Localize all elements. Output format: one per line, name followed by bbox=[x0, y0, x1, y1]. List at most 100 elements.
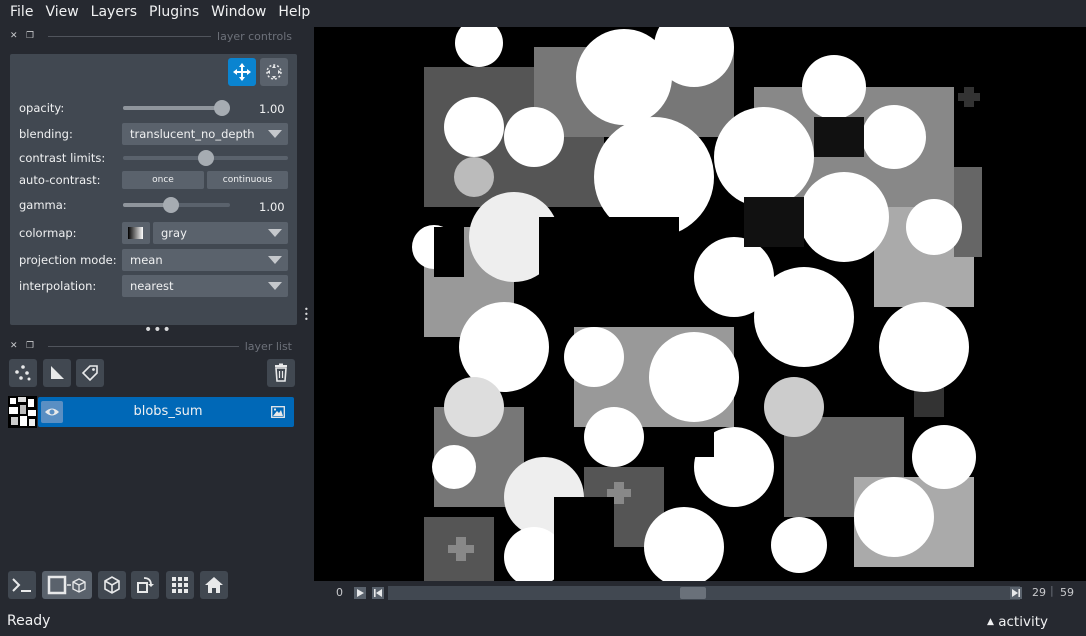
console-button[interactable] bbox=[8, 571, 36, 599]
chevron-down-icon bbox=[268, 229, 282, 237]
blending-label: blending: bbox=[19, 127, 73, 141]
trash-icon bbox=[275, 363, 287, 382]
opacity-slider-handle[interactable] bbox=[214, 100, 230, 116]
points-icon bbox=[15, 365, 31, 381]
move-arrows-icon bbox=[233, 63, 251, 81]
dim-max: 59 bbox=[1060, 586, 1074, 599]
step-forward-button[interactable] bbox=[1010, 587, 1022, 599]
activity-button[interactable]: ▲ activity bbox=[987, 614, 1048, 630]
opacity-value: 1.00 bbox=[259, 102, 285, 116]
skip-back-icon bbox=[374, 589, 382, 597]
menu-plugins[interactable]: Plugins bbox=[143, 4, 205, 20]
grid-icon bbox=[172, 577, 188, 593]
interpolation-value: nearest bbox=[130, 279, 174, 293]
dim-slider-track[interactable] bbox=[388, 586, 1020, 600]
transform-button[interactable] bbox=[260, 58, 288, 86]
new-labels-layer-button[interactable] bbox=[76, 359, 104, 387]
contrast-limits-label: contrast limits: bbox=[19, 151, 106, 165]
float-dock-icon[interactable]: ❐ bbox=[26, 341, 36, 351]
dimension-slider: 0 29 | 59 bbox=[314, 584, 1086, 602]
float-dock-icon[interactable]: ❐ bbox=[26, 31, 36, 41]
roll-dimensions-button[interactable] bbox=[98, 571, 126, 599]
layer-selected-bar[interactable]: blobs_sum bbox=[38, 397, 294, 427]
grid-view-button[interactable] bbox=[166, 571, 194, 599]
skip-forward-icon bbox=[1012, 589, 1020, 597]
opacity-label: opacity: bbox=[19, 101, 65, 115]
layer-thumbnail bbox=[8, 396, 37, 428]
menu-layers[interactable]: Layers bbox=[85, 4, 143, 20]
ndisplay-toggle-button[interactable] bbox=[42, 571, 92, 599]
delete-layer-button[interactable] bbox=[267, 359, 295, 387]
layer-item-blobs-sum[interactable]: blobs_sum bbox=[8, 396, 294, 428]
cube-icon bbox=[104, 576, 120, 594]
interpolation-label: interpolation: bbox=[19, 279, 97, 293]
projection-mode-value: mean bbox=[130, 253, 163, 267]
colormap-value: gray bbox=[161, 226, 187, 240]
step-back-button[interactable] bbox=[372, 587, 384, 599]
opacity-slider[interactable] bbox=[123, 100, 230, 116]
dim-separator: | bbox=[1050, 584, 1054, 597]
projection-mode-select[interactable]: mean bbox=[122, 249, 288, 271]
menu-file[interactable]: File bbox=[4, 4, 39, 20]
gamma-slider-handle[interactable] bbox=[163, 197, 179, 213]
dim-current-index: 0 bbox=[336, 586, 343, 599]
layer-controls-panel: opacity: 1.00 blending: translucent_no_d… bbox=[10, 54, 297, 325]
interpolation-select[interactable]: nearest bbox=[122, 275, 288, 297]
dim-position[interactable]: 29 bbox=[1032, 586, 1046, 599]
menu-bar: File View Layers Plugins Window Help bbox=[0, 0, 1086, 24]
gray-gradient-swatch bbox=[128, 227, 143, 239]
projection-mode-label: projection mode: bbox=[19, 253, 117, 267]
colormap-label: colormap: bbox=[19, 226, 77, 240]
layer-name[interactable]: blobs_sum bbox=[78, 404, 258, 419]
contrast-limits-handle[interactable] bbox=[198, 150, 214, 166]
dock-resize-handle[interactable]: • • • bbox=[304, 306, 309, 324]
title-divider bbox=[48, 35, 212, 37]
viewer-canvas[interactable] bbox=[314, 27, 1086, 581]
menu-help[interactable]: Help bbox=[272, 4, 316, 20]
eye-icon bbox=[45, 408, 59, 416]
new-shapes-layer-button[interactable] bbox=[43, 359, 71, 387]
transpose-dimensions-button[interactable] bbox=[131, 571, 159, 599]
blending-value: translucent_no_depth bbox=[130, 127, 255, 141]
chevron-down-icon bbox=[268, 282, 282, 290]
shapes-icon bbox=[51, 366, 64, 379]
visibility-toggle[interactable] bbox=[41, 401, 63, 423]
layer-controls-title-bar: ✕ ❐ layer controls bbox=[10, 29, 292, 43]
colormap-select[interactable]: gray bbox=[153, 222, 288, 244]
gamma-value: 1.00 bbox=[259, 200, 285, 214]
auto-contrast-once-button[interactable]: once bbox=[122, 171, 204, 189]
layer-list-title: layer list bbox=[244, 339, 292, 353]
menu-window[interactable]: Window bbox=[205, 4, 272, 20]
activity-label: activity bbox=[998, 614, 1048, 630]
new-points-layer-button[interactable] bbox=[9, 359, 37, 387]
blending-select[interactable]: translucent_no_depth bbox=[122, 123, 288, 145]
chevron-up-icon: ▲ bbox=[987, 617, 994, 627]
splitter-handle[interactable]: ••• bbox=[144, 322, 172, 338]
dim-slider-handle[interactable] bbox=[680, 587, 706, 599]
menu-view[interactable]: View bbox=[39, 4, 84, 20]
layer-controls-title: layer controls bbox=[217, 29, 292, 43]
home-icon bbox=[205, 577, 223, 593]
play-button[interactable] bbox=[354, 587, 366, 599]
image-layer-icon bbox=[271, 406, 285, 418]
pan-zoom-button[interactable] bbox=[228, 58, 256, 86]
auto-contrast-continuous-button[interactable]: continuous bbox=[207, 171, 288, 189]
title-divider bbox=[48, 345, 239, 347]
2d-3d-icon bbox=[47, 575, 86, 595]
blobs-image bbox=[412, 27, 982, 581]
play-icon bbox=[357, 589, 364, 597]
reset-view-button[interactable] bbox=[200, 571, 228, 599]
close-dock-icon[interactable]: ✕ bbox=[10, 31, 20, 41]
opacity-slider-fill bbox=[123, 106, 223, 110]
chevron-down-icon bbox=[268, 130, 282, 138]
colormap-preview bbox=[122, 222, 150, 244]
contrast-limits-slider[interactable] bbox=[123, 150, 288, 166]
close-dock-icon[interactable]: ✕ bbox=[10, 341, 20, 351]
transform-icon bbox=[266, 64, 282, 80]
status-text: Ready bbox=[7, 613, 51, 629]
chevron-down-icon bbox=[268, 256, 282, 264]
gamma-label: gamma: bbox=[19, 198, 67, 212]
gamma-slider[interactable] bbox=[123, 197, 230, 213]
terminal-icon bbox=[12, 578, 31, 592]
auto-contrast-label: auto-contrast: bbox=[19, 173, 101, 187]
